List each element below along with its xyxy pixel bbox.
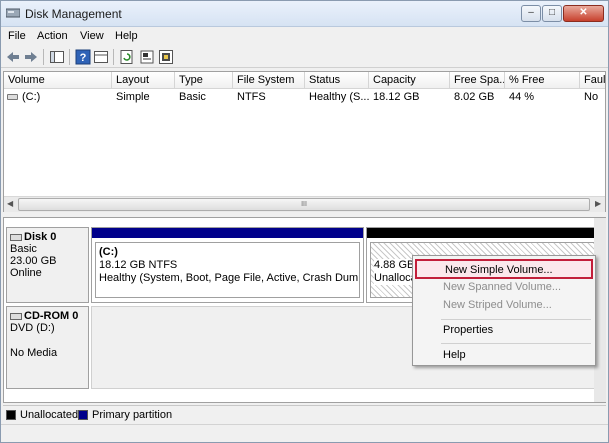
disk-management-window: Disk Management – □ ✕ File Action View H… — [0, 0, 609, 443]
minimize-button[interactable]: – — [521, 5, 541, 22]
legend-swatch-primary — [78, 410, 88, 420]
unallocated-size: 4.88 GB — [374, 259, 415, 272]
legend-swatch-unallocated — [6, 410, 16, 420]
show-pane-icon[interactable] — [93, 49, 109, 65]
volume-list-header: Volume Layout Type File System Status Ca… — [4, 72, 605, 89]
cell-layout: Simple — [116, 91, 150, 103]
cell-status: Healthy (S... — [309, 91, 370, 103]
toolbar-separator — [113, 49, 114, 65]
drive-icon — [7, 94, 18, 100]
scroll-left-icon[interactable]: ◀ — [7, 199, 13, 208]
menu-separator — [441, 319, 591, 320]
menu-action[interactable]: Action — [37, 30, 68, 42]
unallocated-bar — [367, 228, 603, 238]
column-file-system[interactable]: File System — [233, 72, 305, 89]
cdrom-0-label[interactable]: CD-ROM 0 DVD (D:) No Media — [6, 306, 89, 389]
cell-volume: (C:) — [22, 91, 41, 103]
partition-size-fs: 18.12 GB NTFS — [99, 259, 178, 271]
context-menu: New Simple Volume... New Spanned Volume.… — [412, 255, 596, 366]
menu-help[interactable]: Help — [115, 30, 138, 42]
properties-icon[interactable] — [139, 49, 155, 65]
menu-item-help[interactable]: Help — [415, 346, 593, 366]
forward-arrow-icon[interactable] — [23, 49, 39, 65]
close-button[interactable]: ✕ — [563, 5, 604, 22]
menu-view[interactable]: View — [80, 30, 104, 42]
title-bar[interactable]: Disk Management – □ ✕ — [1, 1, 608, 27]
partition-label: (C:) — [99, 246, 118, 258]
status-bar — [1, 424, 608, 442]
disk-state: Online — [10, 267, 42, 279]
toolbar-separator — [69, 49, 70, 65]
svg-text:?: ? — [80, 52, 87, 64]
cell-percent-free: 44 % — [509, 91, 535, 103]
cdrom-type: DVD (D:) — [10, 322, 55, 334]
scroll-thumb[interactable]: III — [18, 198, 590, 211]
legend: Unallocated Primary partition — [3, 405, 606, 423]
cell-fault: No — [584, 91, 599, 103]
volume-list: Volume Layout Type File System Status Ca… — [3, 71, 606, 212]
back-arrow-icon[interactable] — [5, 49, 21, 65]
maximize-button[interactable]: □ — [542, 5, 562, 22]
scroll-right-icon[interactable]: ▶ — [595, 199, 601, 208]
partition-c-body[interactable]: (C:) 18.12 GB NTFS Healthy (System, Boot… — [95, 242, 360, 298]
column-free-space[interactable]: Free Spa... — [450, 72, 505, 89]
cell-type: Basic — [179, 91, 206, 103]
help-icon[interactable]: ? — [75, 49, 91, 65]
menu-item-new-simple-volume[interactable]: New Simple Volume... — [415, 259, 593, 279]
disk-size: 23.00 GB — [10, 255, 57, 267]
menu-item-new-spanned-volume: New Spanned Volume... — [443, 281, 562, 293]
disk-icon — [10, 233, 22, 241]
menu-file[interactable]: File — [8, 30, 26, 42]
window-title: Disk Management — [25, 7, 122, 21]
column-status[interactable]: Status — [305, 72, 369, 89]
column-fault[interactable]: Fault — [580, 72, 605, 89]
console-tree-icon[interactable] — [49, 49, 65, 65]
rescan-icon[interactable] — [158, 49, 174, 65]
disk-name: Disk 0 — [24, 231, 57, 243]
disk-0-label[interactable]: Disk 0 Basic 23.00 GB Online — [6, 227, 89, 303]
column-layout[interactable]: Layout — [112, 72, 175, 89]
legend-label-unallocated: Unallocated — [20, 409, 79, 421]
cdrom-state: No Media — [10, 347, 58, 359]
cdrom-name: CD-ROM 0 — [24, 310, 79, 322]
column-volume[interactable]: Volume — [4, 72, 112, 89]
menu-item-new-striped-volume: New Striped Volume... — [443, 299, 552, 311]
cell-file-system: NTFS — [237, 91, 266, 103]
legend-label-primary: Primary partition — [92, 409, 173, 421]
toolbar: ? — [1, 46, 608, 68]
menu-item-properties[interactable]: Properties — [415, 321, 593, 341]
cell-capacity: 18.12 GB — [373, 91, 420, 103]
cell-free-space: 8.02 GB — [454, 91, 495, 103]
disk-type: Basic — [10, 243, 37, 255]
horizontal-scrollbar[interactable]: ◀ III ▶ — [4, 196, 605, 212]
refresh-icon[interactable] — [119, 49, 135, 65]
menu-separator — [441, 343, 591, 344]
menu-bar: File Action View Help — [1, 27, 608, 46]
partition-status: Healthy (System, Boot, Page File, Active… — [99, 272, 359, 284]
column-type[interactable]: Type — [175, 72, 233, 89]
partition-c[interactable]: (C:) 18.12 GB NTFS Healthy (System, Boot… — [91, 227, 364, 303]
column-capacity[interactable]: Capacity — [369, 72, 450, 89]
cdrom-icon — [10, 312, 22, 320]
disk-management-icon — [6, 8, 20, 18]
table-row[interactable]: (C:) Simple Basic NTFS Healthy (S... 18.… — [4, 90, 605, 106]
toolbar-separator — [43, 49, 44, 65]
primary-partition-bar — [92, 228, 363, 238]
column-percent-free[interactable]: % Free — [505, 72, 580, 89]
